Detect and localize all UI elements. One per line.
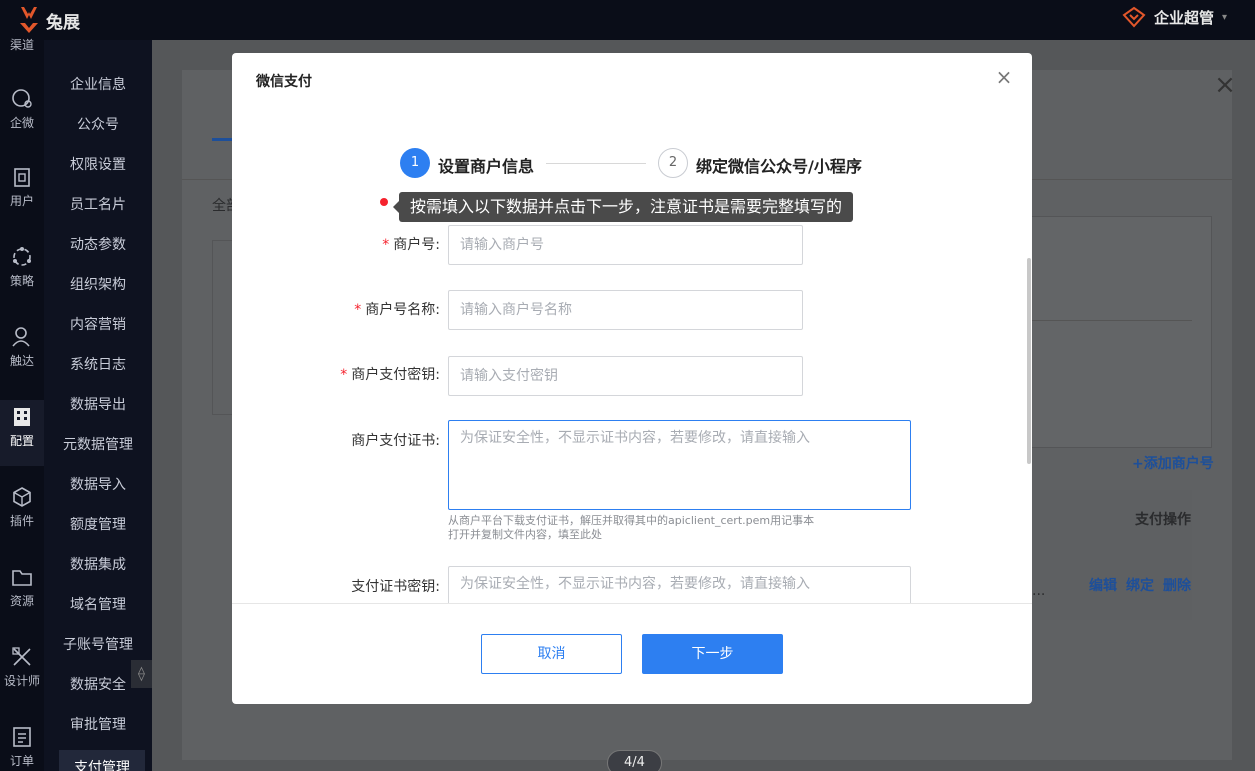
rail-item-reach[interactable]: 触达 (0, 326, 44, 390)
logo-text: 兔展 (46, 12, 80, 33)
pay-cert-label: 商户支付证书: (351, 433, 440, 449)
step-2-circle: 2 (658, 148, 688, 178)
submenu-item-org-structure[interactable]: 组织架构 (44, 267, 152, 303)
submenu-item-system-log[interactable]: 系统日志 (44, 347, 152, 383)
strategy-icon (13, 247, 31, 266)
step-connector (546, 163, 646, 164)
rabbit-logo-icon (20, 7, 38, 33)
wechat-pay-modal: 微信支付 × 1 设置商户信息 2 绑定微信公众号/小程序 按需填入以下数据并点… (232, 53, 1032, 704)
rail-item-user[interactable]: 用户 (0, 166, 44, 230)
form-scrollbar[interactable] (1027, 258, 1031, 464)
rail-label: 配置 (9, 434, 34, 448)
add-merchant-link[interactable]: +添加商户号 (1132, 453, 1214, 473)
cert-hint-line-2: 打开并复制文件内容，填至此处 (448, 528, 602, 541)
order-icon (13, 727, 31, 747)
submenu-item-data-import[interactable]: 数据导入 (44, 467, 152, 503)
merchant-id-input[interactable] (448, 225, 803, 265)
logo[interactable]: 兔展 (16, 4, 86, 36)
collapse-handle-icon[interactable]: ⟠ (131, 660, 152, 688)
label-text: 商户支付密钥: (351, 367, 440, 383)
cancel-button[interactable]: 取消 (481, 634, 622, 674)
submenu-item-dynamic-params[interactable]: 动态参数 (44, 227, 152, 263)
rail-item-wecom[interactable]: 企微 (0, 88, 44, 152)
chevron-down-icon: ▾ (1221, 11, 1227, 23)
rail-label: 企微 (9, 116, 34, 130)
next-step-button[interactable]: 下一步 (642, 634, 783, 674)
rail-item-plugin[interactable]: 插件 (0, 486, 44, 550)
rail-item-config[interactable]: 配置 (0, 400, 44, 466)
reach-icon (12, 327, 30, 347)
submenu-item-quota[interactable]: 额度管理 (44, 507, 152, 543)
guide-dot (380, 198, 388, 206)
required-mark: * (340, 367, 348, 383)
chat-icon (12, 89, 32, 108)
rail-label: 触达 (9, 354, 34, 368)
merchant-name-label: * 商户号名称: (232, 299, 440, 319)
guide-pager: 4/4 (607, 750, 662, 771)
label-text: 商户号名称: (365, 302, 440, 318)
top-bar: 兔展 企业超管 ▾ (0, 0, 1255, 40)
config-icon (14, 408, 30, 426)
submenu-item-staff-card[interactable]: 员工名片 (44, 187, 152, 223)
submenu-item-official-account[interactable]: 公众号 (44, 107, 152, 143)
rail-item-strategy[interactable]: 策略 (0, 246, 44, 310)
submenu-item-company-info[interactable]: 企业信息 (44, 67, 152, 103)
step-2-label: 绑定微信公众号/小程序 (696, 157, 862, 176)
folder-icon (12, 570, 32, 586)
merchant-id-label: * 商户号: (232, 234, 440, 254)
design-icon (12, 647, 31, 666)
user-menu[interactable]: 企业超管 ▾ (1122, 6, 1227, 28)
bg-edit-link[interactable]: 编辑 (1089, 575, 1117, 595)
drawer-close-icon[interactable]: × (1210, 70, 1240, 100)
pay-key-label: * 商户支付密钥: (232, 364, 440, 384)
label-text: 商户号: (393, 237, 440, 253)
rail-label: 插件 (9, 514, 34, 528)
bg-delete-link[interactable]: 删除 (1163, 575, 1191, 595)
bg-col-pay-ops: 支付操作 (1135, 512, 1191, 528)
required-mark: * (382, 237, 390, 253)
rail-item-designer[interactable]: 设计师 (0, 646, 44, 710)
modal-title: 微信支付 (256, 74, 312, 90)
rail-item-order[interactable]: 订单 (0, 726, 44, 771)
merchant-name-input[interactable] (448, 290, 803, 330)
rail-label: 用户 (9, 194, 34, 208)
rail-label: 策略 (9, 274, 34, 288)
form-body[interactable]: *商户号: *商户号名称: *商户支付密钥: 商户支付证书: 从商户平台下载支付… (232, 213, 1032, 603)
plugin-icon (13, 487, 31, 507)
pay-cert-textarea[interactable] (448, 420, 911, 510)
user-doc-icon (14, 168, 30, 187)
submenu-item-metadata[interactable]: 元数据管理 (44, 427, 152, 463)
cert-key-textarea[interactable] (448, 566, 911, 603)
submenu-item-approval[interactable]: 审批管理 (44, 707, 152, 743)
steps: 1 设置商户信息 2 绑定微信公众号/小程序 (400, 148, 880, 178)
rail-label: 渠道 (9, 38, 34, 52)
rail-item-resource[interactable]: 资源 (0, 566, 44, 630)
cert-key-label: 支付证书密钥: (351, 579, 440, 595)
rail-item-channel[interactable]: 渠道 (0, 36, 44, 56)
footer-divider (232, 603, 1032, 604)
rail-label: 设计师 (3, 674, 40, 688)
rail-label: 资源 (9, 594, 34, 608)
rail-label: 订单 (9, 754, 34, 768)
bg-bind-link[interactable]: 绑定 (1126, 575, 1154, 595)
pay-key-input[interactable] (448, 356, 803, 396)
required-mark: * (354, 302, 362, 318)
bg-row-ellipsis: ... (1032, 583, 1046, 599)
step-1-circle: 1 (400, 148, 430, 178)
submenu-item-content-marketing[interactable]: 内容营销 (44, 307, 152, 343)
cert-hint-line-1: 从商户平台下载支付证书，解压并取得其中的apiclient_cert.pem用记… (448, 514, 815, 527)
close-icon[interactable]: × (994, 67, 1014, 87)
submenu-item-permissions[interactable]: 权限设置 (44, 147, 152, 183)
step-1-label: 设置商户信息 (438, 157, 535, 176)
user-role-label: 企业超管 (1153, 8, 1214, 27)
submenu-item-payment[interactable]: 支付管理 (59, 750, 145, 771)
submenu-item-sub-account[interactable]: 子账号管理 (44, 627, 152, 663)
submenu-item-data-export[interactable]: 数据导出 (44, 387, 152, 423)
submenu-item-domain[interactable]: 域名管理 (44, 587, 152, 623)
submenu-item-data-integration[interactable]: 数据集成 (44, 547, 152, 583)
icon-rail: 渠道 企微 用户 策略 触达 配置 插件 资源 设计师 订单 (0, 38, 44, 771)
diamond-icon (1122, 6, 1146, 28)
